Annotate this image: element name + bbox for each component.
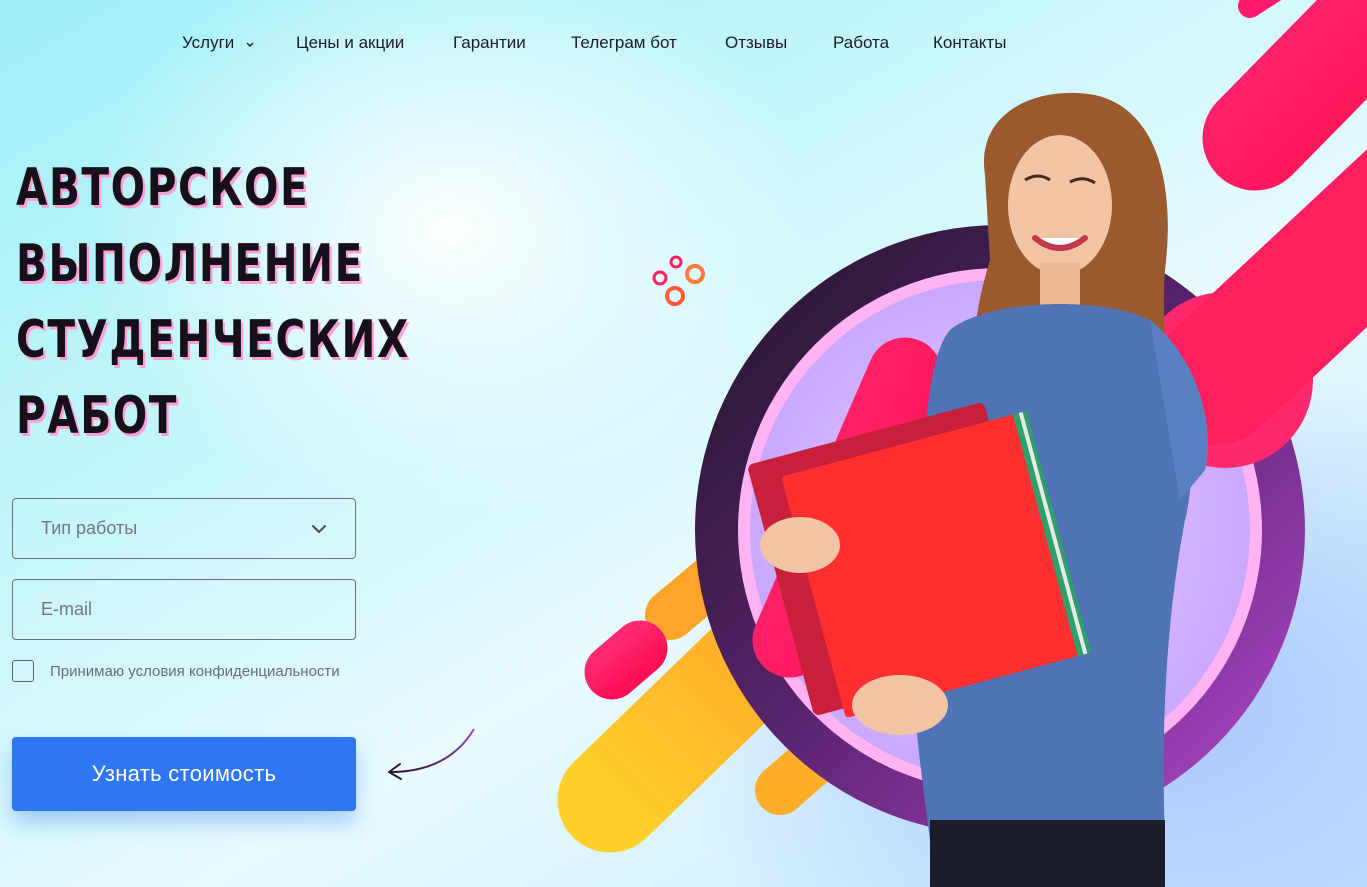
hero-title-line: работ [16, 386, 178, 446]
nav-item-label: Работа [833, 33, 890, 52]
consent-label: Принимаю условия конфиденциальности [50, 662, 340, 680]
nav-item-guarantees[interactable]: Гарантии [453, 33, 526, 53]
hero-title-line: студенческих [16, 310, 410, 370]
email-field[interactable] [12, 579, 356, 640]
main-nav: Услуги Цены и акции Гарантии Телеграм бо… [0, 0, 1367, 90]
nav-item-jobs[interactable]: Работа [833, 33, 889, 53]
nav-item-reviews[interactable]: Отзывы [725, 33, 787, 53]
hero-title-line: Авторское [16, 158, 310, 218]
chevron-down-icon [311, 518, 327, 539]
nav-item-contacts[interactable]: Контакты [933, 33, 1006, 53]
hero-title-line: выполнение [16, 234, 364, 294]
consent-checkbox[interactable] [12, 660, 34, 682]
nav-item-label: Отзывы [725, 33, 788, 52]
nav-item-prices[interactable]: Цены и акции [296, 33, 404, 53]
nav-item-telegram-bot[interactable]: Телеграм бот [571, 33, 677, 53]
nav-item-label: Услуги [182, 33, 235, 52]
nav-item-label: Контакты [933, 33, 1007, 52]
work-type-select[interactable]: Тип работы [12, 498, 356, 559]
nav-item-services[interactable]: Услуги [182, 33, 255, 54]
work-type-placeholder: Тип работы [41, 518, 138, 538]
curved-arrow-icon [388, 728, 475, 780]
nav-item-label: Гарантии [453, 33, 526, 52]
nav-item-label: Цены и акции [296, 33, 405, 52]
nav-item-label: Телеграм бот [571, 33, 677, 52]
get-price-button[interactable]: Узнать стоимость [12, 737, 356, 811]
hero-title: Авторское выполнение студенческих работ [16, 150, 410, 454]
chevron-down-icon [245, 34, 255, 54]
consent-row: Принимаю условия конфиденциальности [12, 660, 340, 682]
